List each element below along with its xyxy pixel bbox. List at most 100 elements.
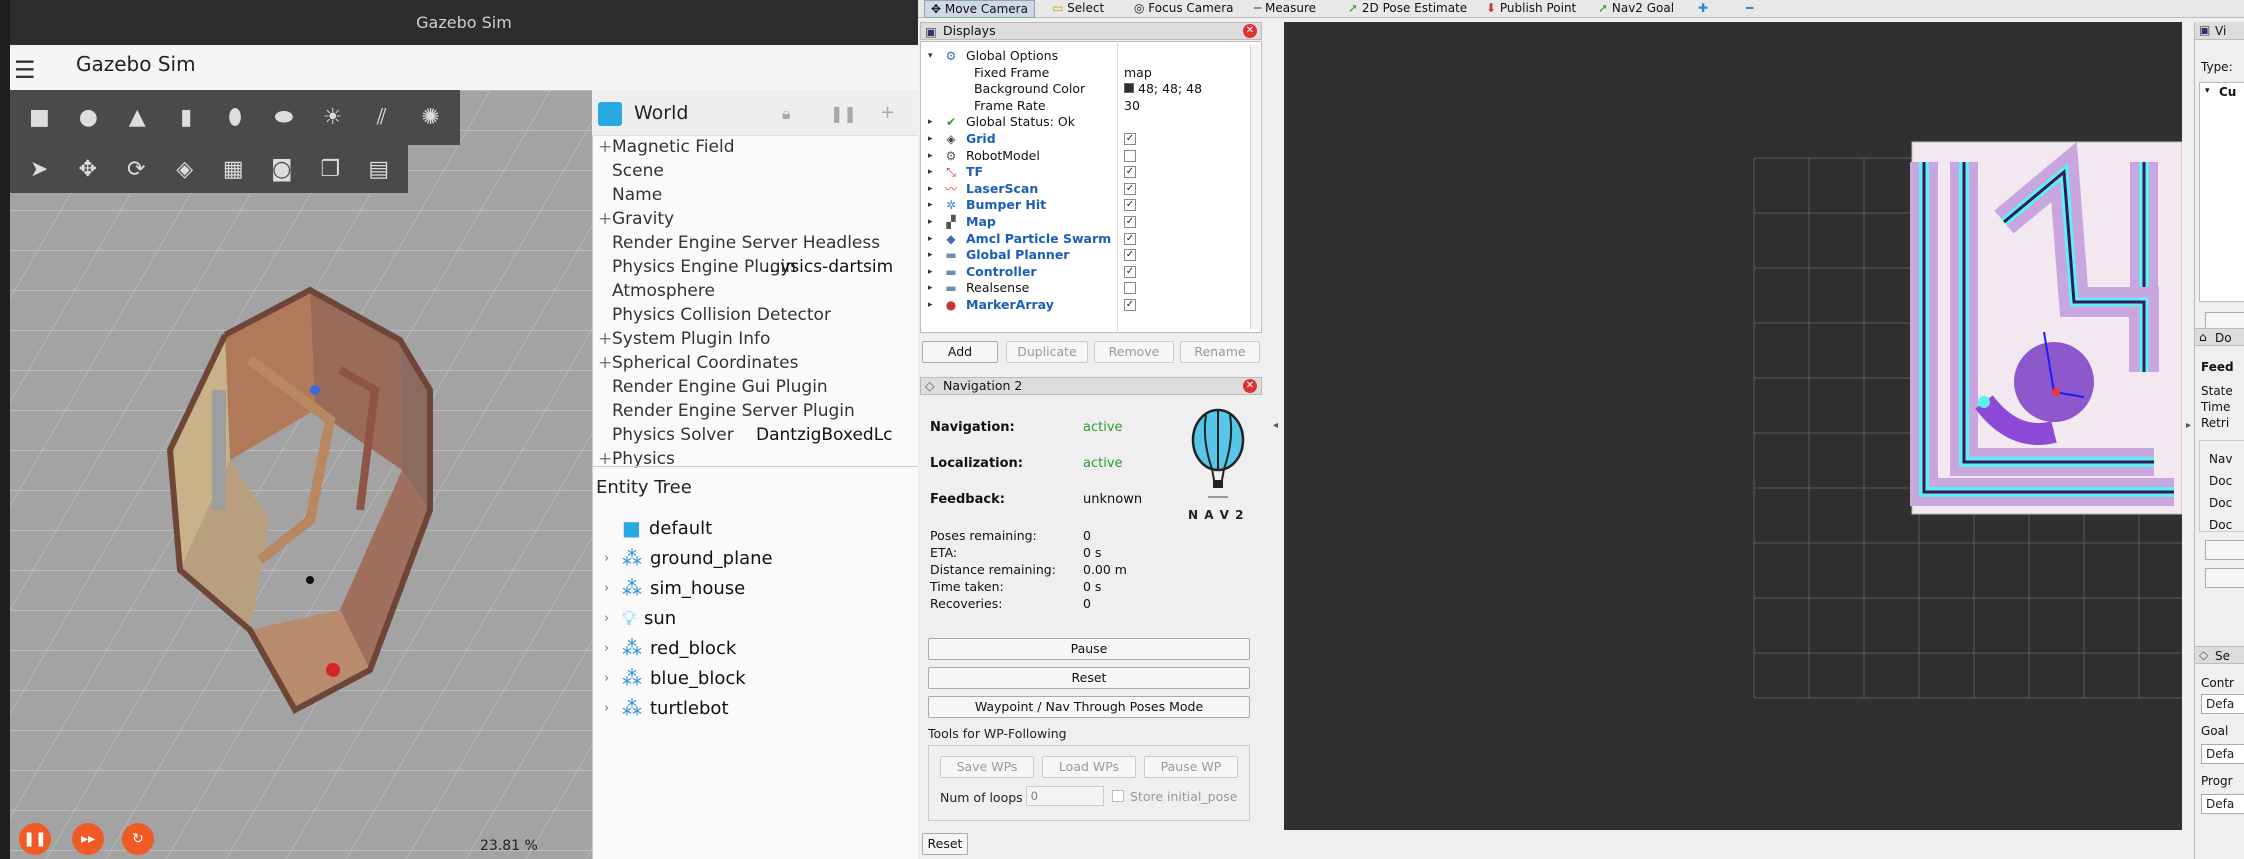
save-wps-button[interactable]: Save WPs: [940, 756, 1034, 778]
entity-tree-item[interactable]: › ⁂ blue_block: [604, 666, 746, 690]
display-row[interactable]: ▸ ▞ Map ✓: [922, 213, 1258, 231]
expand-plus-icon[interactable]: +: [598, 447, 612, 471]
entity-tree-item[interactable]: › ⁂ sim_house: [604, 576, 745, 600]
display-row[interactable]: ▸ ⚙ RobotModel: [922, 147, 1258, 165]
cone-icon[interactable]: ▲: [120, 100, 155, 136]
collapsed-arrow-icon[interactable]: ▸: [928, 279, 933, 297]
box-icon[interactable]: ■: [22, 100, 57, 136]
cylinder-icon[interactable]: ▮: [169, 100, 204, 136]
translate-icon[interactable]: ✥: [71, 151, 106, 187]
spot-light-icon[interactable]: ✺: [413, 100, 448, 136]
display-row[interactable]: ▸ ▬ Realsense: [922, 279, 1258, 297]
display-row[interactable]: ▸ ✲ Bumper Hit ✓: [922, 196, 1258, 214]
pause-updates-icon[interactable]: ❚❚: [830, 104, 857, 123]
chevron-right-icon[interactable]: ›: [604, 581, 614, 596]
publish-point-tool[interactable]: ⬇ Publish Point: [1480, 0, 1582, 18]
pause-simulation-button[interactable]: ❚❚: [19, 823, 51, 855]
display-enabled-checkbox[interactable]: [1124, 282, 1136, 295]
3d-scene-viewport[interactable]: ■ ● ▲ ▮ ⬮ ⬬ ☀ ⫽ ✺ ➤ ✥ ⟳ ◈ ▦ ◙ ❐ ▤ 23.81 …: [10, 90, 592, 859]
pause-wp-button[interactable]: Pause WP: [1144, 756, 1238, 778]
entity-tree-item[interactable]: › 💡︎ sun: [604, 606, 676, 630]
rotate-icon[interactable]: ⟳: [119, 151, 154, 187]
collapsed-arrow-icon[interactable]: ▸: [928, 230, 933, 248]
grid-icon[interactable]: ▦: [216, 151, 251, 187]
collapsed-arrow-icon[interactable]: ▸: [928, 180, 933, 198]
move-camera-tool[interactable]: ✥ Move Camera: [924, 0, 1035, 18]
display-row[interactable]: ▾ ⚙ Global Options: [922, 47, 1258, 65]
turtlebot-model[interactable]: [306, 576, 314, 584]
close-icon[interactable]: ✕: [1243, 379, 1257, 393]
select-icon[interactable]: ➤: [22, 151, 57, 187]
display-enabled-checkbox[interactable]: ✓: [1124, 216, 1136, 228]
load-wps-button[interactable]: Load WPs: [1042, 756, 1136, 778]
duplicate-display-button[interactable]: Duplicate: [1006, 341, 1088, 363]
tool-menu-icon[interactable]: ━: [1740, 0, 1759, 18]
chevron-right-icon[interactable]: ›: [604, 641, 614, 656]
focus-camera-tool[interactable]: ◎ Focus Camera: [1128, 0, 1239, 18]
remove-display-button[interactable]: Remove: [1094, 341, 1174, 363]
display-enabled-checkbox[interactable]: ✓: [1124, 182, 1136, 195]
close-icon[interactable]: ✕: [1243, 24, 1257, 38]
display-row[interactable]: Background Color 48; 48; 48: [922, 80, 1258, 98]
copy-icon[interactable]: ❐: [313, 151, 348, 187]
expand-plus-icon[interactable]: +: [598, 351, 612, 375]
goal-checker-select[interactable]: Defa: [2201, 744, 2244, 764]
display-row[interactable]: ▸ ▬ Global Planner ✓: [922, 246, 1258, 264]
collapse-left-icon[interactable]: ◂: [1273, 420, 1278, 431]
display-enabled-checkbox[interactable]: ✓: [1124, 299, 1136, 311]
display-value[interactable]: 48; 48; 48: [1124, 80, 1202, 98]
paste-icon[interactable]: ▤: [362, 151, 397, 187]
expand-plus-icon[interactable]: +: [598, 135, 612, 159]
map-render[interactable]: [1284, 22, 2183, 830]
collapsed-arrow-icon[interactable]: ▸: [928, 213, 933, 231]
display-row[interactable]: ▸ ✔ Global Status: Ok: [922, 113, 1258, 131]
camera-icon[interactable]: ◙: [265, 151, 300, 187]
collapsed-arrow-icon[interactable]: ▸: [928, 246, 933, 264]
progress-checker-select[interactable]: Defa: [2201, 794, 2244, 814]
bottom-reset-button[interactable]: Reset: [922, 833, 968, 855]
display-value[interactable]: 30: [1124, 97, 1140, 115]
display-row[interactable]: Frame Rate 30: [922, 97, 1258, 115]
snap-icon[interactable]: ◈: [168, 151, 203, 187]
display-enabled-checkbox[interactable]: ✓: [1124, 249, 1136, 262]
collapsed-arrow-icon[interactable]: ▸: [928, 196, 933, 214]
pose-estimate-tool[interactable]: ➚ 2D Pose Estimate: [1342, 0, 1473, 18]
add-tool-icon[interactable]: ✚: [1692, 0, 1714, 18]
display-row[interactable]: ▸ 〰 LaserScan ✓: [922, 180, 1258, 198]
chevron-right-icon[interactable]: ›: [604, 611, 614, 626]
expand-arrow-icon[interactable]: ▾: [2205, 86, 2210, 96]
display-value[interactable]: map: [1124, 64, 1152, 82]
measure-tool[interactable]: ━ Measure: [1248, 0, 1322, 18]
display-enabled-checkbox[interactable]: ✓: [1124, 265, 1136, 278]
collapsed-arrow-icon[interactable]: ▸: [928, 296, 933, 314]
pause-button[interactable]: Pause: [928, 638, 1250, 660]
rviz-3d-viewport[interactable]: [1284, 22, 2183, 830]
sphere-icon[interactable]: ●: [71, 100, 106, 136]
capsule-icon[interactable]: ⬮: [218, 100, 253, 136]
rename-display-button[interactable]: Rename: [1180, 341, 1260, 363]
step-simulation-button[interactable]: ▸▸: [72, 823, 104, 855]
add-display-button[interactable]: Add: [922, 341, 998, 363]
expand-plus-icon[interactable]: +: [598, 327, 612, 351]
hamburger-icon[interactable]: ☰: [14, 56, 36, 84]
display-enabled-checkbox[interactable]: ✓: [1124, 133, 1136, 145]
store-initial-pose-checkbox[interactable]: [1112, 790, 1124, 802]
directional-light-icon[interactable]: ⫽: [364, 100, 399, 136]
component-row[interactable]: +Spherical Coordinates: [598, 351, 918, 375]
undock-button[interactable]: [2205, 568, 2244, 588]
chevron-right-icon[interactable]: ›: [604, 671, 614, 686]
dock-button[interactable]: [2205, 540, 2244, 560]
expanded-arrow-icon[interactable]: ▾: [928, 47, 933, 65]
display-enabled-checkbox[interactable]: ✓: [1124, 166, 1136, 179]
entity-tree-item[interactable]: › ⁂ red_block: [604, 636, 736, 660]
chevron-right-icon[interactable]: ›: [604, 701, 614, 716]
lock-icon[interactable]: 🔒︎: [782, 104, 791, 124]
entity-tree-item[interactable]: › ⁂ ground_plane: [604, 546, 773, 570]
collapse-right-icon[interactable]: ▸: [2186, 420, 2191, 431]
add-component-icon[interactable]: +: [880, 102, 895, 123]
component-row[interactable]: +Physics: [598, 447, 918, 471]
sun-light-icon[interactable]: ☀: [315, 100, 350, 136]
select-tool[interactable]: ▭ Select: [1046, 0, 1110, 18]
component-row[interactable]: +System Plugin Info: [598, 327, 918, 351]
entity-tree-item[interactable]: › ⁂ turtlebot: [604, 696, 729, 720]
